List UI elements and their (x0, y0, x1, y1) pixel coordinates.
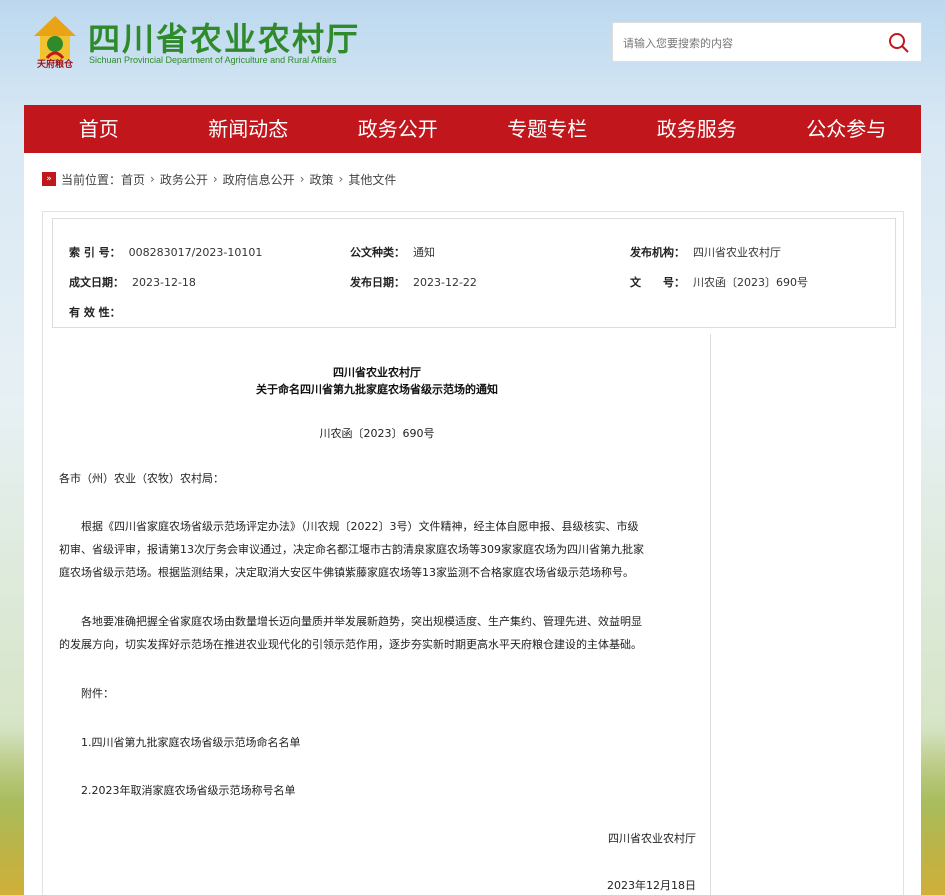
article-body: 四川省农业农村厅 关于命名四川省第九批家庭农场省级示范场的通知 川农函〔2023… (43, 334, 711, 895)
article-salutation: 各市（州）农业（农牧）农村局： (59, 472, 224, 485)
site-subtitle: Sichuan Provincial Department of Agricul… (89, 55, 337, 65)
nav-item-special-topics[interactable]: 专题专栏 (473, 105, 623, 153)
site-header: 天府粮仓 四川省农业农村厅 Sichuan Provincial Departm… (0, 0, 945, 105)
site-title[interactable]: 四川省农业农村厅 (88, 14, 360, 60)
article-para2-line2: 的发展方向，切实发挥好示范场在推进农业现代化的引领示范作用，逐步夯实新时期更高水… (59, 638, 642, 651)
main-nav: 首页 新闻动态 政务公开 专题专栏 政务服务 公众参与 (24, 105, 921, 153)
logo-tagline: 天府粮仓 (36, 60, 73, 70)
meta-type-value: 通知 (413, 246, 435, 259)
meta-published: 发布日期： 2023-12-22 (350, 274, 477, 290)
meta-org: 发布机构： 四川省农业农村厅 (630, 244, 781, 260)
article-title-line1: 四川省农业农村厅 (333, 366, 421, 379)
article-attachments-label: 附件： (59, 687, 114, 700)
nav-item-news[interactable]: 新闻动态 (174, 105, 324, 153)
meta-docno-value: 川农函〔2023〕690号 (693, 276, 808, 289)
article-title-line2: 关于命名四川省第九批家庭农场省级示范场的通知 (256, 383, 498, 396)
search-box (612, 22, 922, 62)
article-attachment-1[interactable]: 1.四川省第九批家庭农场省级示范场命名名单 (59, 732, 301, 753)
article-signature: 四川省农业农村厅 (608, 832, 696, 845)
article-date: 2023年12月18日 (607, 879, 696, 892)
breadcrumb-prefix: 当前位置： (61, 172, 122, 187)
meta-docno: 文 号： 川农函〔2023〕690号 (630, 274, 808, 290)
search-input[interactable] (623, 32, 873, 54)
double-arrow-icon: » (42, 172, 56, 186)
breadcrumb-separator: › (212, 172, 218, 186)
meta-org-label: 发布机构： (630, 246, 685, 259)
article-para1-line3: 庭农场省级示范场。根据监测结果，决定取消大安区牛佛镇紫藤家庭农场等13家监测不合… (59, 566, 634, 579)
article-para1-line2: 初审、省级评审，报请第13次厅务会审议通过，决定命名都江堰市古韵清泉家庭农场等3… (59, 543, 644, 556)
meta-index-label: 索 引 号： (69, 246, 121, 259)
meta-org-value: 四川省农业农村厅 (693, 246, 781, 259)
meta-validity-label: 有 效 性： (69, 306, 121, 319)
meta-validity: 有 效 性： (69, 304, 121, 320)
article-para1-line1: 根据《四川省家庭农场省级示范场评定办法》（川农规〔2022〕3号）文件精神，经主… (59, 520, 639, 533)
breadcrumb-gov-affairs[interactable]: 政务公开 (160, 171, 208, 188)
meta-created-label: 成文日期： (69, 276, 124, 289)
meta-published-value: 2023-12-22 (413, 276, 477, 289)
meta-type-label: 公文种类： (350, 246, 405, 259)
nav-item-public-participation[interactable]: 公众参与 (772, 105, 922, 153)
breadcrumb-separator: › (150, 172, 155, 186)
nav-item-home[interactable]: 首页 (24, 105, 174, 153)
nav-item-gov-affairs[interactable]: 政务公开 (323, 105, 473, 153)
meta-published-label: 发布日期： (350, 276, 405, 289)
breadcrumb-separator: › (338, 172, 344, 186)
meta-created-value: 2023-12-18 (132, 276, 196, 289)
meta-index: 索 引 号： 008283017/2023-10101 (69, 244, 262, 260)
article-para2-line1: 各地要准确把握全省家庭农场由数量增长迈向量质并举发展新趋势，突出规模适度、生产集… (59, 615, 642, 628)
breadcrumb-separator: › (299, 172, 305, 186)
meta-created: 成文日期： 2023-12-18 (69, 274, 196, 290)
meta-type: 公文种类： 通知 (350, 244, 435, 260)
search-icon[interactable] (887, 31, 911, 55)
breadcrumb: » 当前位置： 首页 › 政务公开 › 政府信息公开 › 政策 › 其他文件 (42, 170, 396, 188)
document-meta: 索 引 号： 008283017/2023-10101 公文种类： 通知 发布机构：… (52, 218, 896, 328)
breadcrumb-other-docs[interactable]: 其他文件 (348, 171, 396, 188)
nav-item-gov-services[interactable]: 政务服务 (622, 105, 772, 153)
breadcrumb-gov-info[interactable]: 政府信息公开 (223, 171, 295, 188)
meta-index-value: 008283017/2023-10101 (128, 246, 263, 259)
article-attachment-2[interactable]: 2.2023年取消家庭农场省级示范场称号名单 (59, 780, 296, 801)
article-doc-number: 川农函〔2023〕690号 (319, 427, 435, 440)
article-container: 索 引 号： 008283017/2023-10101 公文种类： 通知 发布机构：… (42, 211, 904, 895)
main-content: » 当前位置： 首页 › 政务公开 › 政府信息公开 › 政策 › 其他文件 索… (24, 153, 921, 895)
breadcrumb-home[interactable]: 首页 (121, 171, 145, 188)
breadcrumb-policy[interactable]: 政策 (310, 171, 334, 188)
meta-docno-label: 文 号： (630, 276, 685, 289)
